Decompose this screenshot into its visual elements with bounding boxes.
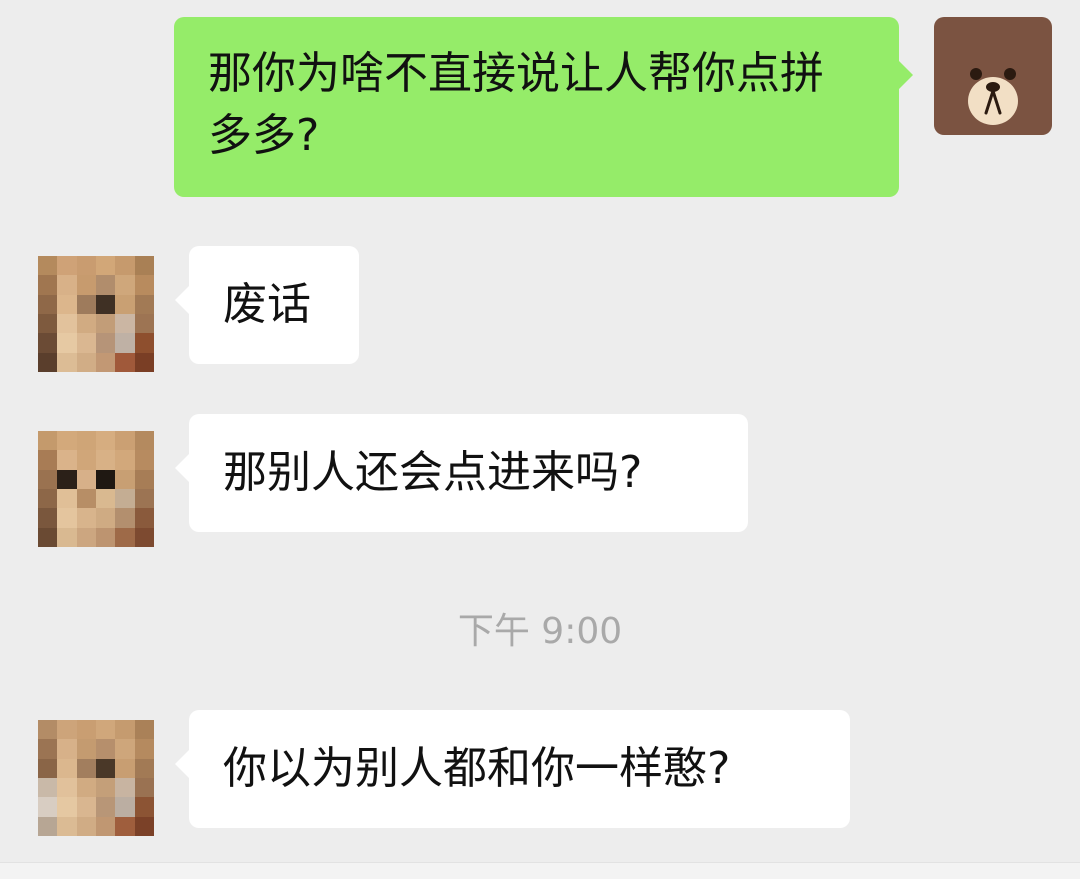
contact-avatar[interactable] — [38, 720, 154, 836]
message-text: 那你为啥不直接说让人帮你点拼多多? — [208, 48, 824, 161]
received-message-bubble[interactable]: 你以为别人都和你一样憨? — [175, 710, 850, 828]
input-area-edge — [0, 862, 1080, 879]
chat-timestamp: 下午 9:00 — [457, 611, 623, 652]
bubble-tail — [175, 454, 189, 482]
bubble-tail — [899, 61, 913, 89]
contact-avatar[interactable] — [38, 431, 154, 547]
message-text: 那别人还会点进来吗? — [223, 447, 643, 498]
chat-view: 那你为啥不直接说让人帮你点拼多多? 废话 那别人还会点进来吗? 下午 9:00 — [0, 0, 1080, 879]
received-message-bubble[interactable]: 那别人还会点进来吗? — [175, 414, 748, 532]
sent-message-bubble[interactable]: 那你为啥不直接说让人帮你点拼多多? — [174, 17, 913, 197]
bubble-tail — [175, 750, 189, 778]
bear-icon — [968, 68, 1018, 125]
message-text: 你以为别人都和你一样憨? — [223, 743, 731, 794]
received-message-bubble[interactable]: 废话 — [175, 246, 359, 364]
my-avatar[interactable] — [934, 17, 1052, 135]
bubble-tail — [175, 286, 189, 314]
contact-avatar[interactable] — [38, 256, 154, 372]
message-text: 废话 — [223, 279, 311, 330]
